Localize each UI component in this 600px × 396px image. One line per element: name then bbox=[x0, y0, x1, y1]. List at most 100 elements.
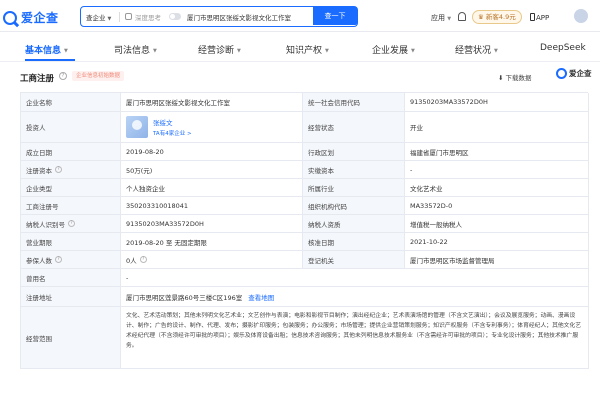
field-label: 注册地址 bbox=[21, 287, 121, 306]
search-bar: 查企业 ▼ 深度思考 厦门市思明区张绥文影视文化工作室 查一下 bbox=[80, 6, 358, 27]
table-row: 经营范围 文化、艺术活动策划；其他未列明文化艺术业；文艺创作与表演；电影和影视节… bbox=[21, 307, 589, 369]
chevron-down-icon: ▼ bbox=[64, 48, 68, 54]
business-term: 2019-08-20 至 无固定期限 bbox=[121, 233, 303, 250]
section-header: 工商注册 ? 企业信息初始数据 ⬇ 下载数据 爱企查 bbox=[0, 62, 600, 90]
field-label: 纳税人识别号? bbox=[21, 215, 121, 232]
data-source-badge[interactable]: 企业信息初始数据 bbox=[72, 71, 125, 81]
approval-date: 2021-10-22 bbox=[405, 233, 589, 250]
app-menu[interactable]: 应用 ▼ bbox=[431, 13, 451, 23]
download-icon: ⬇ bbox=[498, 74, 504, 82]
section-title: 工商注册 bbox=[20, 74, 55, 84]
field-label: 注册资本? bbox=[21, 161, 121, 178]
table-row: 曾用名 - bbox=[21, 269, 589, 287]
help-icon[interactable]: ? bbox=[55, 256, 62, 263]
search-button[interactable]: 查一下 bbox=[313, 7, 357, 25]
field-label: 企业类型 bbox=[21, 179, 121, 196]
related-companies-link[interactable]: TA有4家企业 > bbox=[153, 129, 192, 137]
table-row: 营业期限 2019-08-20 至 无固定期限 核准日期 2021-10-22 bbox=[21, 233, 589, 251]
former-name: - bbox=[121, 269, 589, 286]
tab-business-diagnosis[interactable]: 经营诊断 ▼ bbox=[198, 43, 241, 56]
deep-think-toggle[interactable] bbox=[169, 13, 181, 20]
table-row: 参保人数? 0人? 登记机关 厦门市思明区市场监督管理局 bbox=[21, 251, 589, 269]
registration-number: 350203310018041 bbox=[121, 197, 303, 214]
help-icon[interactable]: ? bbox=[139, 256, 147, 263]
enterprise-type: 个人独资企业 bbox=[121, 179, 303, 196]
chevron-down-icon: ▼ bbox=[411, 48, 415, 54]
tab-deepseek[interactable]: DeepSeek bbox=[540, 43, 586, 53]
magnifier-logo-icon bbox=[3, 10, 17, 25]
deep-think-label: 深度思考 bbox=[135, 14, 161, 22]
logo[interactable]: 爱企查 bbox=[3, 9, 59, 26]
bell-icon[interactable] bbox=[458, 12, 466, 21]
table-row: 投资人 张绥文 TA有4家企业 > 经营状态 开业 bbox=[21, 112, 589, 143]
phone-icon bbox=[530, 13, 535, 21]
tab-intellectual-property[interactable]: 知识产权 ▼ bbox=[286, 43, 329, 56]
help-icon[interactable]: ? bbox=[68, 220, 75, 227]
table-row: 工商注册号 350203310018041 组织机构代码 MA33572D-0 bbox=[21, 197, 589, 215]
tab-business-status[interactable]: 经营状况 ▼ bbox=[455, 43, 498, 56]
watermark-logo: 爱企查 bbox=[556, 68, 592, 79]
industry: 文化艺术业 bbox=[405, 179, 589, 196]
active-tab-indicator bbox=[25, 59, 75, 61]
tab-judicial-info[interactable]: 司法信息 ▼ bbox=[114, 43, 157, 56]
credit-code: 91350203MA33572D0H bbox=[405, 93, 589, 111]
search-input[interactable]: 厦门市思明区张绥文影视文化工作室 bbox=[187, 12, 311, 22]
field-label: 经营范围 bbox=[21, 307, 121, 368]
field-label: 实缴资本 bbox=[303, 161, 405, 178]
chevron-down-icon: ▼ bbox=[325, 48, 329, 54]
field-label: 曾用名 bbox=[21, 269, 121, 286]
tab-bar: 基本信息 ▼ 司法信息 ▼ 经营诊断 ▼ 知识产权 ▼ 企业发展 ▼ 经营状况 ▼ Deep… bbox=[0, 38, 600, 62]
taxpayer-id: 91350203MA33572D0H bbox=[121, 215, 303, 232]
field-label: 纳税人资质 bbox=[303, 215, 405, 232]
company-name: 厦门市思明区张绥文影视文化工作室 bbox=[121, 93, 303, 111]
registration-authority: 厦门市思明区市场监督管理局 bbox=[405, 251, 589, 268]
logo-text: 爱企查 bbox=[21, 11, 59, 25]
tab-enterprise-development[interactable]: 企业发展 ▼ bbox=[372, 43, 415, 56]
field-label: 所属行业 bbox=[303, 179, 405, 196]
taxpayer-qualification: 增值税一般纳税人 bbox=[405, 215, 589, 232]
table-row: 纳税人识别号? 91350203MA33572D0H 纳税人资质 增值税一般纳税… bbox=[21, 215, 589, 233]
insured-count: 0人? bbox=[121, 251, 303, 268]
new-customer-badge[interactable]: ♛ 新客4.9元 bbox=[472, 10, 522, 24]
field-label: 核准日期 bbox=[303, 233, 405, 250]
deep-think-icon bbox=[125, 13, 132, 20]
table-row: 注册资本? 50万(元) 实缴资本 - bbox=[21, 161, 589, 179]
table-row: 企业名称 厦门市思明区张绥文影视文化工作室 统一社会信用代码 91350203M… bbox=[21, 93, 589, 112]
chevron-down-icon: ▼ bbox=[237, 48, 241, 54]
crown-icon: ♛ bbox=[478, 13, 484, 21]
top-bar: 爱企查 查企业 ▼ 深度思考 厦门市思明区张绥文影视文化工作室 查一下 应用 ▼ … bbox=[0, 0, 600, 32]
field-label: 投资人 bbox=[21, 112, 121, 142]
established-date: 2019-08-20 bbox=[121, 143, 303, 160]
paid-in-capital: - bbox=[405, 161, 589, 178]
field-label: 行政区划 bbox=[303, 143, 405, 160]
field-label: 企业名称 bbox=[21, 93, 121, 111]
tab-basic-info[interactable]: 基本信息 ▼ bbox=[25, 43, 68, 56]
legal-person-name[interactable]: 张绥文 bbox=[153, 117, 192, 127]
field-label: 成立日期 bbox=[21, 143, 121, 160]
field-label: 登记机关 bbox=[303, 251, 405, 268]
app-download-link[interactable]: APP bbox=[530, 13, 549, 22]
chevron-down-icon: ▼ bbox=[494, 48, 498, 54]
field-label: 经营状态 bbox=[303, 112, 405, 142]
table-row: 注册地址 厦门市思明区莲景路60号三楼C区196室 查看地图 bbox=[21, 287, 589, 307]
help-icon[interactable]: ? bbox=[55, 166, 62, 173]
info-icon[interactable]: ? bbox=[59, 72, 67, 80]
admin-region: 福建省厦门市思明区 bbox=[405, 143, 589, 160]
download-data-button[interactable]: ⬇ 下载数据 bbox=[498, 72, 532, 82]
legal-person[interactable]: 张绥文 TA有4家企业 > bbox=[121, 112, 303, 142]
divider bbox=[119, 12, 120, 22]
search-scope-select[interactable]: 查企业 ▼ bbox=[86, 12, 111, 22]
organization-code: MA33572D-0 bbox=[405, 197, 589, 214]
table-row: 企业类型 个人独资企业 所属行业 文化艺术业 bbox=[21, 179, 589, 197]
avatar[interactable] bbox=[574, 9, 588, 23]
operating-status: 开业 bbox=[405, 112, 589, 142]
field-label: 组织机构代码 bbox=[303, 197, 405, 214]
table-row: 成立日期 2019-08-20 行政区划 福建省厦门市思明区 bbox=[21, 143, 589, 161]
person-avatar bbox=[126, 116, 148, 138]
business-scope: 文化、艺术活动策划；其他未列明文化艺术业；文艺创作与表演；电影和影视节目制作；演… bbox=[121, 307, 589, 368]
field-label: 工商注册号 bbox=[21, 197, 121, 214]
view-map-link[interactable]: 查看地图 bbox=[248, 292, 274, 302]
chevron-down-icon: ▼ bbox=[107, 16, 112, 22]
field-label: 统一社会信用代码 bbox=[303, 93, 405, 111]
field-label: 参保人数? bbox=[21, 251, 121, 268]
